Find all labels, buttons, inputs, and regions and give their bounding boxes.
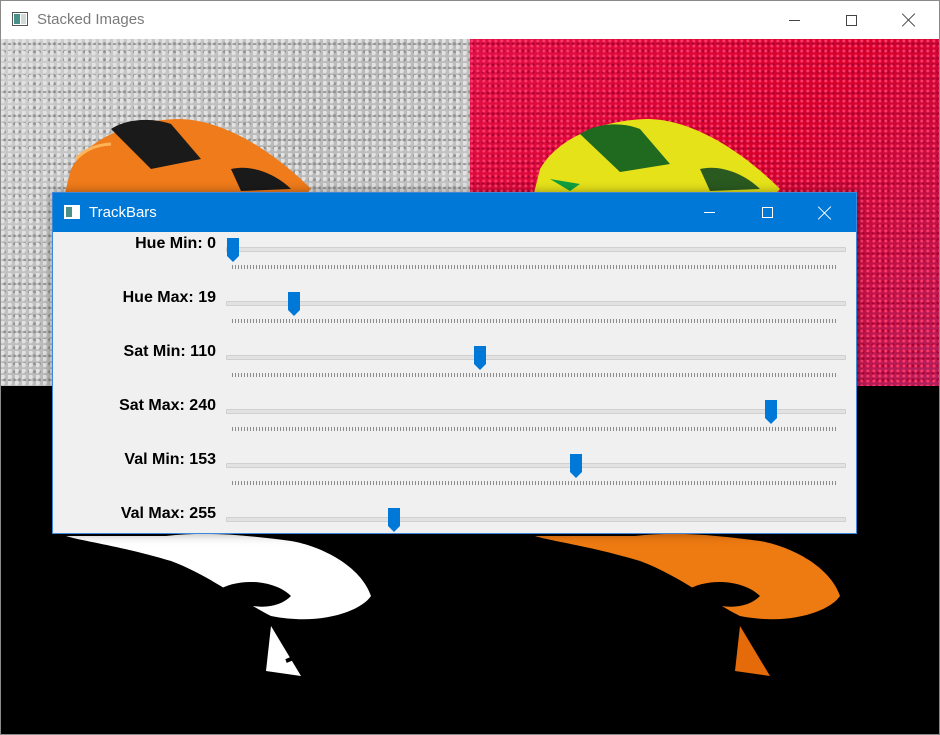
slider-label: Sat Max: 240 [119, 397, 216, 414]
slider-sat-max: Sat Max: 240 [53, 395, 856, 449]
slider-thumb[interactable] [570, 454, 583, 478]
trackbars-titlebar[interactable]: TrackBars [53, 193, 856, 232]
slider-ticks [232, 319, 838, 323]
app-window-icon [64, 205, 80, 219]
slider-track[interactable] [226, 301, 846, 306]
slider-ticks [232, 427, 838, 431]
minimize-button[interactable] [765, 1, 823, 39]
slider-track[interactable] [226, 409, 846, 414]
close-button[interactable] [880, 1, 938, 39]
maximize-icon [845, 14, 857, 26]
trackbars-window: TrackBars Hue Min: 0 Hue Max: 19 Sat Min… [52, 192, 857, 534]
stacked-images-titlebar[interactable]: Stacked Images [1, 1, 939, 39]
slider-ticks [232, 481, 838, 485]
slider-thumb[interactable] [227, 238, 239, 262]
slider-hue-min: Hue Min: 0 [53, 233, 856, 287]
slider-track[interactable] [226, 463, 846, 468]
minimize-icon [788, 19, 800, 21]
slider-val-max: Val Max: 255 [53, 503, 856, 557]
slider-thumb[interactable] [765, 400, 778, 424]
window-title: Stacked Images [37, 11, 145, 28]
close-icon [818, 206, 832, 220]
slider-label: Hue Min: 0 [135, 235, 216, 252]
slider-label: Hue Max: 19 [122, 289, 216, 306]
trackbars-maximize-button[interactable] [738, 193, 796, 232]
slider-hue-max: Hue Max: 19 [53, 287, 856, 341]
slider-track[interactable] [226, 247, 846, 252]
slider-track[interactable] [226, 517, 846, 522]
slider-sat-min: Sat Min: 110 [53, 341, 856, 395]
maximize-button[interactable] [822, 1, 880, 39]
minimize-icon [703, 212, 715, 213]
close-icon [902, 13, 916, 27]
slider-label: Val Max: 255 [120, 505, 216, 522]
trackbars-title: TrackBars [89, 204, 157, 221]
slider-track[interactable] [226, 355, 846, 360]
slider-val-min: Val Min: 153 [53, 449, 856, 503]
trackbars-close-button[interactable] [796, 193, 854, 232]
slider-thumb[interactable] [473, 346, 486, 370]
trackbars-minimize-button[interactable] [680, 193, 738, 232]
maximize-icon [761, 207, 773, 218]
slider-thumb[interactable] [388, 508, 400, 532]
slider-ticks [232, 265, 838, 269]
slider-ticks [232, 373, 838, 377]
slider-label: Val Min: 153 [124, 451, 216, 468]
slider-label: Sat Min: 110 [123, 343, 216, 360]
slider-thumb[interactable] [287, 292, 300, 316]
app-window-icon [12, 12, 28, 26]
